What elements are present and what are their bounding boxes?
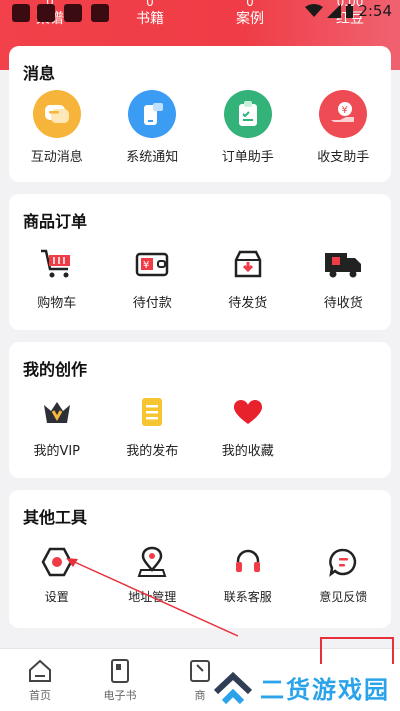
- my-favorites-button[interactable]: 我的收藏: [200, 392, 296, 459]
- chat-icon: [32, 90, 81, 138]
- item-label: 设置: [44, 590, 69, 604]
- pending-receipt-button[interactable]: 待收货: [296, 244, 392, 311]
- hand-yen-icon: ¥: [319, 90, 368, 138]
- ebook-icon: [111, 659, 129, 683]
- status-notification-icon: [12, 4, 30, 22]
- cart-icon: [37, 244, 77, 284]
- vip-crown-icon: [37, 392, 77, 432]
- nav-label: 商: [194, 689, 206, 702]
- phone-notify-icon: [128, 90, 177, 138]
- watermark-text: 二货游戏园: [260, 676, 390, 704]
- my-posts-button[interactable]: 我的发布: [105, 392, 201, 459]
- settings-button[interactable]: 设置: [9, 542, 105, 605]
- item-label: 待付款: [132, 296, 172, 311]
- section-title: 我的创作: [23, 360, 88, 379]
- cart-button[interactable]: 购物车: [9, 244, 105, 311]
- shop-icon: [190, 660, 210, 682]
- item-label: 我的VIP: [33, 444, 81, 459]
- order-assistant-button[interactable]: 订单助手: [200, 90, 296, 165]
- item-label: 系统通知: [126, 150, 179, 165]
- item-label: 地址管理: [128, 590, 177, 604]
- watermark-logo: 二货游戏园: [212, 664, 400, 711]
- section-title: 其他工具: [23, 508, 88, 527]
- wallet-icon: ¥: [132, 244, 172, 284]
- finance-assistant-button[interactable]: ¥ 收支助手: [296, 90, 392, 165]
- tools-card: 其他工具 设置 地址管理 联系客服 意见反馈: [9, 490, 391, 628]
- status-notification-icon: [37, 4, 55, 22]
- item-label: 待收货: [323, 296, 363, 311]
- creation-card: 我的创作 我的VIP 我的发布 我的收藏: [9, 342, 391, 478]
- settings-icon: [37, 542, 77, 582]
- pending-payment-button[interactable]: ¥ 待付款: [105, 244, 201, 311]
- status-notification-icon: [91, 4, 109, 22]
- item-label: 联系客服: [223, 590, 272, 604]
- truck-icon: [323, 244, 363, 284]
- svg-text:¥: ¥: [342, 105, 348, 116]
- section-title: 消息: [23, 64, 56, 83]
- home-icon: [29, 659, 51, 682]
- item-label: 我的发布: [126, 444, 179, 459]
- wifi-icon: [305, 4, 324, 17]
- messages-card: 消息 互动消息 系统通知 订单助手 ¥ 收支助手: [9, 46, 391, 182]
- item-label: 收支助手: [317, 150, 370, 165]
- address-management-button[interactable]: 地址管理: [105, 542, 201, 605]
- feedback-icon: [323, 542, 363, 582]
- item-label: 意见反馈: [319, 590, 368, 604]
- section-title: 商品订单: [23, 212, 88, 231]
- nav-home[interactable]: 首页: [0, 649, 80, 711]
- nav-ebook[interactable]: 电子书: [80, 649, 160, 711]
- clipboard-icon: [223, 90, 272, 138]
- item-label: 互动消息: [30, 150, 83, 165]
- orders-card: 商品订单 购物车 ¥ 待付款 待发货 待收货: [9, 194, 391, 330]
- svg-text:¥: ¥: [143, 260, 149, 271]
- feedback-button[interactable]: 意见反馈: [296, 542, 392, 605]
- contact-support-button[interactable]: 联系客服: [200, 542, 296, 605]
- item-label: 待发货: [228, 296, 268, 311]
- signal-icon: [327, 4, 342, 18]
- item-label: 购物车: [37, 296, 77, 311]
- location-icon: [132, 542, 172, 582]
- clock: 2:54: [358, 2, 392, 20]
- logo-icon: [213, 671, 253, 704]
- battery-icon: [346, 3, 354, 18]
- document-icon: [132, 392, 172, 432]
- my-vip-button[interactable]: 我的VIP: [9, 392, 105, 459]
- interaction-messages-button[interactable]: 互动消息: [9, 90, 105, 165]
- nav-label: 电子书: [103, 689, 137, 702]
- nav-label: 首页: [29, 689, 51, 702]
- item-label: 订单助手: [221, 150, 274, 165]
- system-notice-button[interactable]: 系统通知: [105, 90, 201, 165]
- item-label: 我的收藏: [221, 444, 274, 459]
- box-icon: [228, 244, 268, 284]
- status-bar: 2:54: [0, 0, 400, 28]
- status-notification-icon: [64, 4, 82, 22]
- heart-icon: [228, 392, 268, 432]
- headset-icon: [228, 542, 268, 582]
- pending-shipment-button[interactable]: 待发货: [200, 244, 296, 311]
